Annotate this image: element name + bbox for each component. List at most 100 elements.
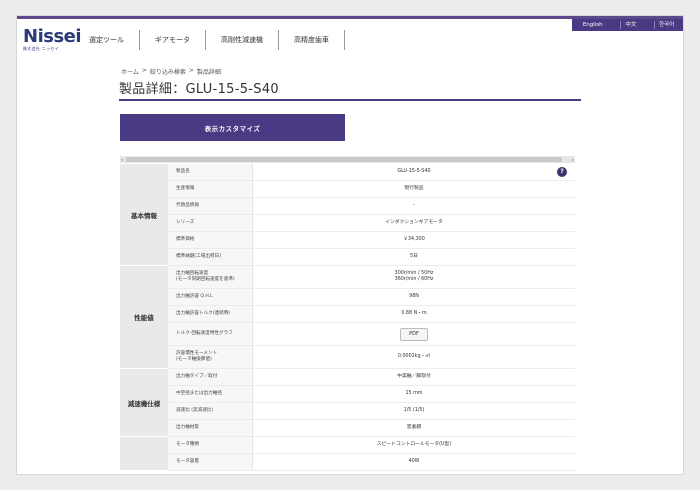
spec-field-value: 5日 — [253, 249, 575, 265]
spec-field-label: 生産情報 — [168, 181, 253, 197]
spec-field-label: 中空径または出力軸径 — [168, 386, 253, 402]
breadcrumb: ホーム > 絞り込み検索 > 製品詳細 — [121, 67, 221, 76]
scroll-left-arrow-icon[interactable]: ◂ — [121, 157, 123, 162]
spec-field-label: シリーズ — [168, 215, 253, 231]
spec-value-text: スピードコントロールモータ(U型) — [376, 442, 452, 447]
spec-row: 生産情報 現行製品 — [120, 181, 575, 198]
nav-item-gear-motor[interactable]: ギアモータ — [140, 30, 206, 50]
spec-table: 製品名 GLU-15-5-S40? 生産情報 現行製品 代替品情報 - シリーズ インダクショ… — [120, 164, 575, 471]
spec-value-text: GLU-15-5-S40 — [397, 169, 431, 174]
nissei-logo[interactable]: Nissei 株式会社 ニッセイ — [23, 26, 82, 53]
spec-row: 標準価格 ￥34,300 — [120, 232, 575, 249]
spec-field-value: GLU-15-5-S40? — [253, 164, 575, 180]
spec-row: 代替品情報 - — [120, 198, 575, 215]
spec-field-value: 40W — [253, 454, 575, 470]
spec-row: 出力軸回転速度 (モータ同期回転速度を基準) 300r/min / 50Hz 36… — [120, 266, 575, 289]
spec-field-label: 代替品情報 — [168, 198, 253, 214]
spec-value-text: 0.88 N・m — [401, 311, 427, 316]
spec-row: モータ種類 スピードコントロールモータ(U型) — [120, 437, 575, 454]
nav-item-precision-gear[interactable]: 高精度歯車 — [279, 30, 345, 50]
spec-field-label: 標準納期[工場出荷日] — [168, 249, 253, 265]
spec-value-text: - — [413, 203, 415, 208]
nav-item-selection-tool[interactable]: 選定ツール — [83, 30, 140, 50]
spec-value-text: ￥34,300 — [403, 237, 425, 242]
spec-field-label: 出力軸材質 — [168, 420, 253, 436]
spec-field-value: ￥34,300 — [253, 232, 575, 248]
language-switcher: English 中文 한국어 — [572, 19, 683, 31]
help-icon[interactable]: ? — [557, 167, 567, 177]
lang-english[interactable]: English — [579, 21, 607, 29]
spec-field-value: 中実軸／脚取付 — [253, 369, 575, 385]
logo-text: Nissei — [23, 26, 82, 47]
spec-field-label: 標準価格 — [168, 232, 253, 248]
spec-value-text: 中実軸／脚取付 — [397, 374, 431, 379]
spec-field-value: 15 mm — [253, 386, 575, 402]
spec-row: 出力軸タイプ／取付 中実軸／脚取付 — [120, 369, 575, 386]
spec-value-text: 98N — [409, 294, 419, 299]
spec-row: 減速比 (実減速比) 1/5 (1/5) — [120, 403, 575, 420]
spec-field-label: 出力軸タイプ／取付 — [168, 369, 253, 385]
spec-field-value: 1/5 (1/5) — [253, 403, 575, 419]
spec-field-label: 許容慣性モーメント (モータ軸換算値) — [168, 346, 253, 368]
spec-value-text: 5日 — [410, 254, 418, 259]
display-customize-button[interactable]: 表示カスタマイズ — [120, 114, 345, 141]
horizontal-scrollbar[interactable]: ◂ ▸ — [120, 156, 575, 163]
site-header: Nissei 株式会社 ニッセイ 選定ツール ギアモータ 高剛性減速機 高精度歯… — [17, 19, 683, 61]
lang-chinese[interactable]: 中文 — [620, 21, 640, 29]
spec-value-text: 1/5 (1/5) — [403, 408, 425, 413]
main-nav: 選定ツール ギアモータ 高剛性減速機 高精度歯車 — [83, 30, 345, 50]
spec-row: 許容慣性モーメント (モータ軸換算値) 0.0002kg・㎡ — [120, 346, 575, 369]
spec-field-label: 減速比 (実減速比) — [168, 403, 253, 419]
spec-field-label: モータ種類 — [168, 437, 253, 453]
spec-value-text: 0.0002kg・㎡ — [397, 354, 431, 359]
spec-group-label: 基本情報 — [120, 164, 168, 266]
spec-field-label: 出力軸回転速度 (モータ同期回転速度を基準) — [168, 266, 253, 288]
scrollbar-thumb[interactable] — [126, 157, 562, 162]
breadcrumb-separator: > — [188, 67, 194, 74]
page-frame: Nissei 株式会社 ニッセイ 選定ツール ギアモータ 高剛性減速機 高精度歯… — [16, 15, 684, 475]
spec-row: シリーズ インダクションギアモータ — [120, 215, 575, 232]
spec-field-value: - — [253, 198, 575, 214]
breadcrumb-current: 製品詳細 — [196, 69, 221, 76]
spec-value-text: 15 mm — [405, 391, 423, 396]
spec-group-label: 減速機仕様 — [120, 369, 168, 437]
spec-row: 出力軸許容 O.H.L 98N — [120, 289, 575, 306]
spec-field-label: 出力軸許容 O.H.L — [168, 289, 253, 305]
spec-row: モータ容量 40W — [120, 454, 575, 471]
spec-field-value: スピードコントロールモータ(U型) — [253, 437, 575, 453]
lang-korean[interactable]: 한국어 — [653, 21, 678, 29]
spec-field-value: 98N — [253, 289, 575, 305]
spec-field-label: モータ容量 — [168, 454, 253, 470]
scroll-right-arrow-icon[interactable]: ▸ — [572, 157, 574, 162]
spec-field-label: トルク-回転速度特性グラフ — [168, 323, 253, 345]
spec-row: 出力軸材質 炭素鋼 — [120, 420, 575, 437]
spec-value-text: 現行製品 — [404, 186, 424, 191]
spec-field-value: 300r/min / 50Hz 360r/min / 60Hz — [253, 266, 575, 288]
spec-group-label — [120, 437, 168, 471]
breadcrumb-home[interactable]: ホーム — [121, 67, 139, 76]
breadcrumb-search[interactable]: 絞り込み検索 — [150, 67, 186, 76]
spec-field-value: 炭素鋼 — [253, 420, 575, 436]
spec-value-text: 40W — [408, 459, 420, 464]
spec-field-value: 0.0002kg・㎡ — [253, 346, 575, 368]
nav-item-high-rigidity-reducer[interactable]: 高剛性減速機 — [206, 30, 279, 50]
pdf-button[interactable]: PDF — [400, 327, 428, 341]
spec-field-value: PDF — [253, 323, 575, 345]
spec-value-text: インダクションギアモータ — [385, 220, 443, 225]
spec-field-value: 現行製品 — [253, 181, 575, 197]
spec-field-value: 0.88 N・m — [253, 306, 575, 322]
spec-field-label: 製品名 — [168, 164, 253, 180]
spec-row: 標準納期[工場出荷日] 5日 — [120, 249, 575, 266]
spec-row: 製品名 GLU-15-5-S40? — [120, 164, 575, 181]
spec-field-label: 出力軸許容トルク(連続時) — [168, 306, 253, 322]
spec-field-value: インダクションギアモータ — [253, 215, 575, 231]
spec-row: 出力軸許容トルク(連続時) 0.88 N・m — [120, 306, 575, 323]
spec-row: 中空径または出力軸径 15 mm — [120, 386, 575, 403]
spec-row: トルク-回転速度特性グラフ PDF — [120, 323, 575, 346]
spec-group-label: 性能値 — [120, 266, 168, 369]
spec-value-text: 300r/min / 50Hz 360r/min / 60Hz — [394, 271, 434, 282]
spec-value-text: 炭素鋼 — [406, 425, 422, 430]
title-divider — [119, 99, 581, 101]
breadcrumb-separator: > — [141, 67, 147, 74]
page-title: 製品詳細：GLU-15-5-S40 — [119, 82, 279, 97]
